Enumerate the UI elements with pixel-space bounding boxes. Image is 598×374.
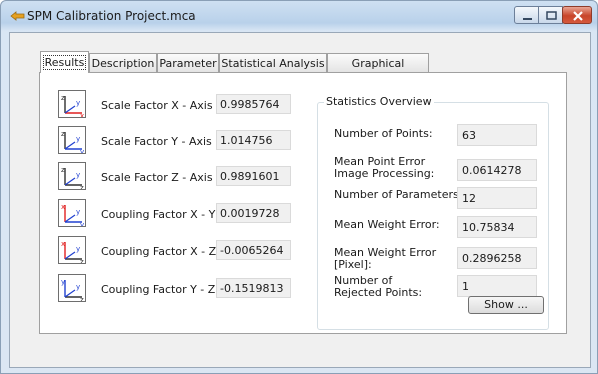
mean-point-error-value: 0.0614278 (457, 159, 537, 181)
svg-text:z: z (80, 258, 84, 264)
rejected-points-label-line2: Rejected Points: (334, 286, 423, 299)
svg-text:y: y (76, 208, 80, 216)
number-of-points-label: Number of Points: (334, 127, 433, 140)
result-label: Coupling Factor X - Z (101, 245, 217, 258)
mean-weight-error-pixel-value: 0.2896258 (457, 247, 537, 269)
svg-text:y: y (76, 283, 80, 291)
svg-text:y: y (76, 245, 80, 253)
mean-point-error-label-line2: Image Processing: (334, 167, 435, 180)
result-value: 0.0019728 (216, 203, 291, 223)
minimize-button[interactable] (514, 6, 539, 24)
result-label: Scale Factor X - Axis (101, 99, 213, 112)
result-value: -0.1519813 (216, 278, 291, 298)
result-value: 1.014756 (216, 130, 291, 150)
mean-weight-error-value: 10.75834 (457, 216, 537, 238)
result-value: -0.0065264 (216, 240, 291, 260)
minimize-icon (523, 18, 532, 20)
result-value: 0.9891601 (216, 166, 291, 186)
svg-text:y: y (80, 148, 84, 154)
svg-text:z: z (61, 130, 65, 138)
tab-parameter[interactable]: Parameter (157, 53, 219, 72)
svg-text:y: y (76, 99, 80, 107)
rejected-points-value: 1 (457, 275, 537, 297)
svg-text:y: y (76, 135, 80, 143)
result-value: 0.9985764 (216, 94, 291, 114)
tab-results[interactable]: Results (40, 51, 89, 73)
statistics-overview-title: Statistics Overview (324, 95, 434, 108)
svg-text:y: y (76, 171, 80, 179)
close-icon (573, 11, 583, 21)
axis-z-icon: zyz (58, 162, 86, 190)
axis-x-icon: z yx (58, 90, 86, 118)
svg-text:x: x (61, 203, 65, 211)
result-label: Scale Factor Z - Axis (101, 171, 213, 184)
mean-point-error-label: Mean Point Error Image Processing: (334, 156, 434, 180)
number-of-parameters-label: Number of Parameters: (334, 188, 463, 201)
svg-text:z: z (61, 94, 65, 102)
results-panel: z y x Scale Factor X - Axis 0.9985764 z y y Scal… (39, 72, 567, 334)
mean-weight-error-pixel-label: Mean Weight Error [Pixel]: (334, 247, 436, 271)
svg-text:x: x (61, 240, 65, 248)
svg-text:z: z (80, 296, 84, 302)
svg-text:x: x (80, 112, 84, 118)
client-area: Results Description Parameter Statistica… (9, 32, 591, 368)
number-of-parameters-value: 12 (457, 187, 537, 209)
tab-description-label: Description (91, 57, 155, 70)
window-title: SPM Calibration Project.mca (27, 9, 196, 23)
axis-yz-icon: yyz (58, 274, 86, 302)
number-of-points-value: 63 (457, 124, 537, 146)
axis-xz-icon: x yz (58, 236, 86, 264)
result-label: Coupling Factor X - Y (101, 208, 216, 221)
tab-graphical-analysis[interactable]: Graphical Analysis (327, 53, 429, 89)
tab-statistical-analysis-label: Statistical Analysis (221, 57, 325, 70)
svg-text:y: y (61, 278, 65, 286)
mean-weight-error-pixel-label-line2: [Pixel]: (334, 258, 372, 271)
svg-text:z: z (80, 184, 84, 190)
app-window: SPM Calibration Project.mca Results Desc… (0, 0, 598, 374)
tab-description[interactable]: Description (89, 53, 157, 72)
svg-text:z: z (61, 166, 65, 174)
tab-results-label: Results (42, 55, 87, 70)
svg-text:y: y (80, 221, 84, 227)
mean-weight-error-label: Mean Weight Error: (334, 218, 440, 231)
close-button[interactable] (562, 6, 592, 24)
axis-xy-icon: x yy (58, 199, 86, 227)
show-rejected-points-button[interactable]: Show ... (468, 296, 544, 314)
result-label: Coupling Factor Y - Z (101, 283, 216, 296)
tab-statistical-analysis[interactable]: Statistical Analysis (219, 53, 327, 72)
maximize-icon (546, 11, 557, 20)
axis-y-icon: z yy (58, 126, 86, 154)
app-icon (10, 11, 25, 21)
title-bar[interactable]: SPM Calibration Project.mca (1, 1, 597, 31)
maximize-button[interactable] (538, 6, 563, 24)
rejected-points-label: Number of Rejected Points: (334, 275, 422, 299)
result-label: Scale Factor Y - Axis (101, 135, 212, 148)
tab-parameter-label: Parameter (159, 57, 217, 70)
